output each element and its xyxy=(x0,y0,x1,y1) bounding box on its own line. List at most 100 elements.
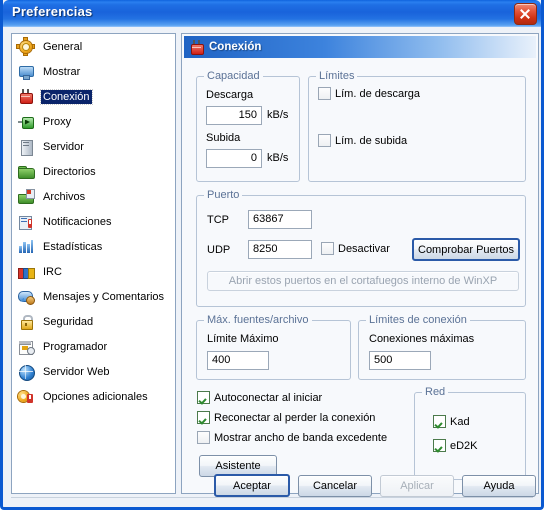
sidebar-item-label: Proxy xyxy=(43,115,72,128)
settings-sidebar[interactable]: General Mostrar Conexión Proxy Servidor … xyxy=(11,33,176,494)
sidebar-item-proxy[interactable]: Proxy xyxy=(12,109,175,134)
reconectar-label: Reconectar al perder la conexión xyxy=(214,411,376,424)
checkbox-box xyxy=(321,242,334,255)
checkbox-box xyxy=(197,391,210,404)
capacidad-legend: Capacidad xyxy=(204,70,263,82)
server-icon xyxy=(17,138,35,156)
help-button[interactable]: Ayuda xyxy=(462,475,536,497)
statistics-icon xyxy=(17,238,35,256)
sidebar-item-seguridad[interactable]: Seguridad xyxy=(12,309,175,334)
extra-options-icon xyxy=(17,388,35,406)
limite-maximo-input[interactable]: 400 xyxy=(207,351,269,370)
sidebar-item-opciones-adicionales[interactable]: Opciones adicionales xyxy=(12,384,175,409)
desactivar-label: Desactivar xyxy=(338,242,390,255)
close-icon[interactable] xyxy=(514,3,537,25)
sidebar-item-label: Archivos xyxy=(43,190,86,203)
client-area: General Mostrar Conexión Proxy Servidor … xyxy=(3,27,541,507)
sidebar-item-general[interactable]: General xyxy=(12,34,175,59)
sidebar-item-servidor-web[interactable]: Servidor Web xyxy=(12,359,175,384)
limites-conexion-group: Límites de conexión Conexiones máximas 5… xyxy=(358,314,526,380)
gear-icon xyxy=(17,37,35,56)
udp-label: UDP xyxy=(207,244,231,256)
lim-subida-label: Lím. de subida xyxy=(335,134,408,147)
files-icon xyxy=(17,188,35,206)
notification-icon xyxy=(17,213,35,231)
lim-subida-checkbox[interactable]: Lím. de subida xyxy=(318,134,407,147)
tcp-port-input[interactable]: 63867 xyxy=(248,210,312,229)
monitor-icon xyxy=(17,63,35,81)
sidebar-item-label: General xyxy=(43,40,83,53)
autoconectar-checkbox[interactable]: Autoconectar al iniciar xyxy=(197,391,322,404)
sidebar-item-label: Seguridad xyxy=(43,315,94,328)
comprobar-puertos-button[interactable]: Comprobar Puertos xyxy=(412,238,520,261)
irc-icon xyxy=(17,263,35,281)
sidebar-item-label: Programador xyxy=(43,340,108,353)
sidebar-item-label: Directorios xyxy=(43,165,96,178)
plug-icon xyxy=(188,39,204,55)
kad-label: Kad xyxy=(450,415,470,428)
checkbox-box xyxy=(197,431,210,444)
cancel-button[interactable]: Cancelar xyxy=(298,475,372,497)
capacidad-group: Capacidad Descarga 150 kB/s Subida 0 kB/… xyxy=(196,70,300,182)
checkbox-box xyxy=(318,87,331,100)
reconectar-checkbox[interactable]: Reconectar al perder la conexión xyxy=(197,411,375,424)
tcp-label: TCP xyxy=(207,214,229,226)
ed2k-label: eD2K xyxy=(450,439,478,452)
sidebar-item-servidor[interactable]: Servidor xyxy=(12,134,175,159)
sidebar-item-notificaciones[interactable]: Notificaciones xyxy=(12,209,175,234)
sidebar-item-irc[interactable]: IRC xyxy=(12,259,175,284)
red-legend: Red xyxy=(422,386,449,398)
sidebar-item-label: Notificaciones xyxy=(43,215,112,228)
pane-title: Conexión xyxy=(209,41,262,53)
accept-button[interactable]: Aceptar xyxy=(214,474,290,497)
folder-icon xyxy=(17,163,35,181)
udp-port-input[interactable]: 8250 xyxy=(248,240,312,259)
sidebar-item-programador[interactable]: Programador xyxy=(12,334,175,359)
preferences-window: Preferencias General Mostrar Conexión Pr… xyxy=(0,0,544,510)
sidebar-item-label: Servidor Web xyxy=(43,365,110,378)
message-icon xyxy=(17,288,35,306)
sidebar-item-mensajes-y-comentarios[interactable]: Mensajes y Comentarios xyxy=(12,284,175,309)
ed2k-checkbox[interactable]: eD2K xyxy=(433,439,478,452)
sidebar-item-conexion[interactable]: Conexión xyxy=(12,84,175,109)
descarga-input[interactable]: 150 xyxy=(206,106,262,125)
kad-checkbox[interactable]: Kad xyxy=(433,415,470,428)
sidebar-item-estadisticas[interactable]: Estadísticas xyxy=(12,234,175,259)
calendar-icon xyxy=(17,338,35,356)
subida-label: Subida xyxy=(206,132,241,144)
puerto-group: Puerto TCP 63867 UDP 8250 Desactivar Com… xyxy=(196,189,526,307)
sidebar-item-label: Servidor xyxy=(43,140,84,153)
limites-legend: Límites xyxy=(316,70,358,82)
conexiones-maximas-input[interactable]: 500 xyxy=(369,351,431,370)
sidebar-item-label: IRC xyxy=(43,265,62,278)
max-fuentes-legend: Máx. fuentes/archivo xyxy=(204,314,312,326)
checkbox-box xyxy=(433,439,446,452)
ancho-banda-checkbox[interactable]: Mostrar ancho de banda excedente xyxy=(197,431,387,444)
title-bar: Preferencias xyxy=(3,0,541,28)
checkbox-box xyxy=(197,411,210,424)
globe-icon xyxy=(17,363,35,381)
limite-maximo-label: Límite Máximo xyxy=(207,333,279,345)
sidebar-item-directorios[interactable]: Directorios xyxy=(12,159,175,184)
puerto-legend: Puerto xyxy=(204,189,243,201)
sidebar-item-mostrar[interactable]: Mostrar xyxy=(12,59,175,84)
footer-divider xyxy=(11,497,533,498)
abrir-puertos-firewall-button[interactable]: Abrir estos puertos en el cortafuegos in… xyxy=(207,271,519,291)
sidebar-item-label: Opciones adicionales xyxy=(43,390,148,403)
autoconectar-label: Autoconectar al iniciar xyxy=(214,391,323,404)
sidebar-item-label: Conexión xyxy=(39,88,94,105)
descarga-label: Descarga xyxy=(206,89,254,101)
limites-conexion-legend: Límites de conexión xyxy=(366,314,470,326)
red-group: Red Kad eD2K xyxy=(414,386,526,480)
max-fuentes-group: Máx. fuentes/archivo Límite Máximo 400 xyxy=(196,314,351,380)
lim-descarga-checkbox[interactable]: Lím. de descarga xyxy=(318,87,420,100)
lim-descarga-label: Lím. de descarga xyxy=(335,87,420,100)
checkbox-box xyxy=(318,134,331,147)
window-title: Preferencias xyxy=(12,4,93,19)
subida-input[interactable]: 0 xyxy=(206,149,262,168)
sidebar-item-archivos[interactable]: Archivos xyxy=(12,184,175,209)
sidebar-item-label: Estadísticas xyxy=(43,240,103,253)
sidebar-item-label: Mensajes y Comentarios xyxy=(43,290,165,303)
descarga-unit: kB/s xyxy=(267,109,289,121)
desactivar-checkbox[interactable]: Desactivar xyxy=(321,242,390,255)
